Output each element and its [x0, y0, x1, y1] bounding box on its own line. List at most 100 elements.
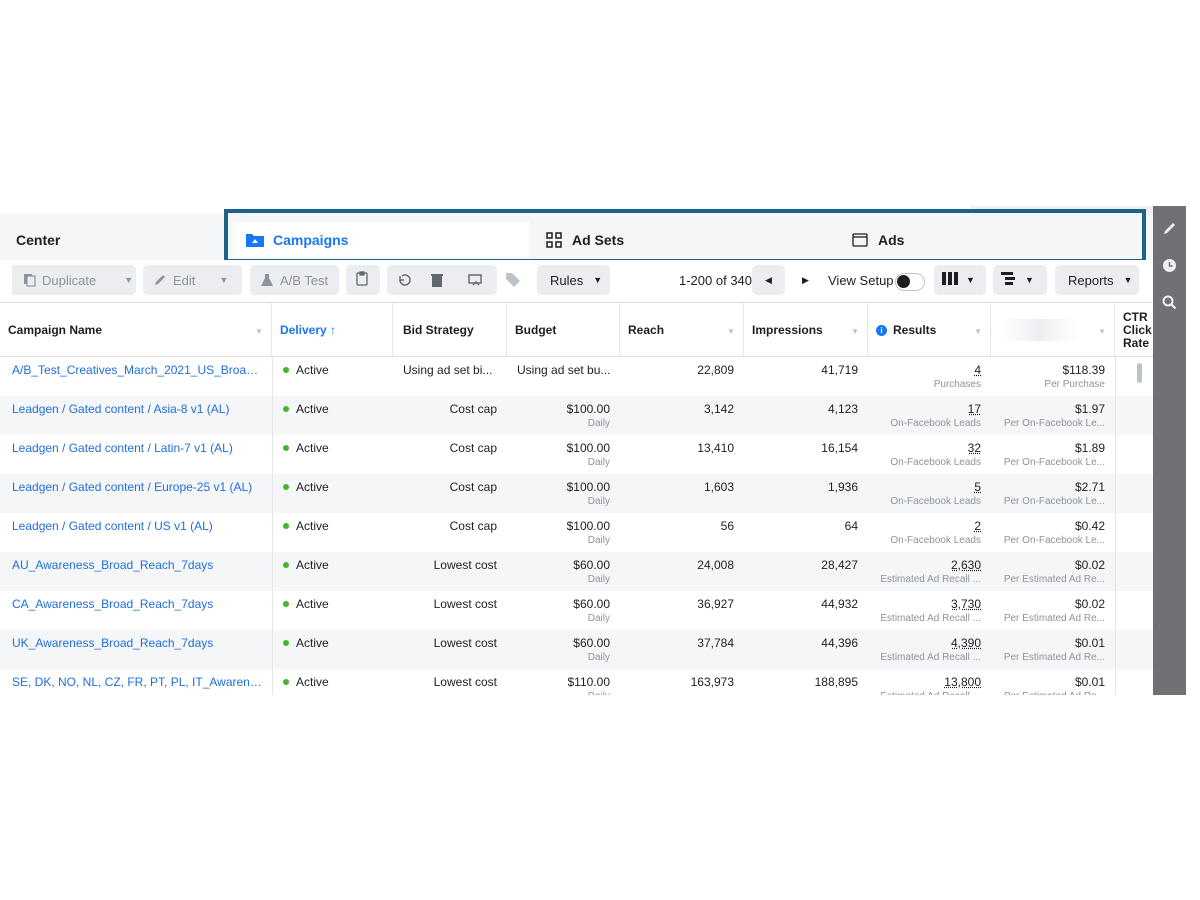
col-bid-strategy[interactable]: Bid Strategy — [393, 303, 507, 357]
edit-button[interactable]: Edit ▼ — [143, 265, 242, 295]
col-budget[interactable]: Budget — [507, 303, 620, 357]
cell-subtext: On-Facebook Leads — [890, 535, 981, 546]
cell-value: $60.00 — [573, 597, 610, 611]
cell-name[interactable]: Leadgen / Gated content / Europe-25 v1 (… — [0, 474, 272, 513]
cell-impressions: 44,932 — [744, 591, 868, 630]
status-dot — [283, 523, 289, 529]
col-reach[interactable]: Reach ▼ — [620, 303, 744, 357]
cell-name[interactable]: A/B_Test_Creatives_March_2021_US_Broad_.… — [0, 357, 272, 396]
trash-icon[interactable] — [430, 272, 444, 291]
scrollbar[interactable] — [1137, 363, 1142, 383]
cell-value: 163,973 — [690, 675, 734, 689]
duplicate-button[interactable]: Duplicate ▼ — [12, 265, 136, 295]
col-impressions[interactable]: Impressions ▼ — [744, 303, 868, 357]
cell-subtext: Per On-Facebook Le... — [1003, 496, 1105, 507]
tab-campaigns[interactable]: Campaigns — [233, 222, 529, 258]
col-cost-per-result[interactable]: ▼ — [991, 303, 1115, 357]
cell-name[interactable]: Leadgen / Gated content / US v1 (AL) — [0, 513, 272, 552]
cell-value: $118.39 — [1062, 363, 1106, 377]
rules-button[interactable]: Rules ▼ — [537, 265, 610, 295]
next-page-button[interactable]: ▶ — [789, 265, 822, 295]
cell-value: 36,927 — [697, 597, 734, 611]
clipboard-button[interactable] — [346, 265, 380, 295]
tab-ad-sets[interactable]: Ad Sets — [532, 222, 833, 258]
cell-value: Active — [296, 558, 329, 572]
cell-subtext: Per Estimated Ad Re... — [1003, 574, 1105, 585]
ab-test-button[interactable]: A/B Test — [250, 265, 339, 295]
table-row[interactable]: CA_Awareness_Broad_Reach_7days Active Lowe… — [0, 591, 1153, 630]
cell-subtext: Per On-Facebook Le... — [1003, 418, 1105, 429]
tab-ads-label: Ads — [878, 232, 905, 248]
cell-impressions: 44,396 — [744, 630, 868, 669]
cell-name[interactable]: SE, DK, NO, NL, CZ, FR, PT, PL, IT_Aware… — [0, 669, 272, 695]
cell-name[interactable]: Leadgen / Gated content / Latin-7 v1 (AL… — [0, 435, 272, 474]
clock-icon[interactable] — [1161, 257, 1178, 274]
export-icon[interactable] — [467, 272, 483, 291]
breakdown-button[interactable]: ▼ — [993, 265, 1047, 295]
col-results[interactable]: i Results ▼ — [868, 303, 991, 357]
cell-value: 4 — [974, 363, 981, 377]
caret-right-icon: ▶ — [802, 274, 809, 285]
cell-delivery: Active — [272, 357, 393, 396]
copy-icon — [22, 273, 36, 287]
table-row[interactable]: Leadgen / Gated content / US v1 (AL) Acti… — [0, 513, 1153, 552]
table-row[interactable]: A/B_Test_Creatives_March_2021_US_Broad_.… — [0, 357, 1153, 396]
cell-value: Lowest cost — [433, 675, 497, 689]
sort-icon: ▼ — [727, 327, 735, 336]
chevron-down-icon: ▼ — [219, 275, 229, 285]
cell-subtext: Daily — [587, 418, 610, 429]
cell-delivery: Active — [272, 591, 393, 630]
campaign-link[interactable]: AU_Awareness_Broad_Reach_7days — [12, 558, 213, 572]
tag-icon[interactable] — [505, 272, 521, 293]
cell-value: $0.02 — [1074, 597, 1105, 611]
cell-value: 24,008 — [697, 558, 734, 572]
col-campaign-name[interactable]: Campaign Name ▼ — [0, 303, 272, 357]
campaign-link[interactable]: UK_Awareness_Broad_Reach_7days — [12, 636, 213, 650]
breakdown-icon — [1001, 272, 1017, 288]
cell-subtext: Daily — [587, 496, 610, 507]
table-row[interactable]: UK_Awareness_Broad_Reach_7days Active Lowe… — [0, 630, 1153, 669]
cell-value: $100.00 — [566, 480, 610, 494]
campaign-link[interactable]: A/B_Test_Creatives_March_2021_US_Broad_.… — [12, 363, 264, 377]
cell-name[interactable]: CA_Awareness_Broad_Reach_7days — [0, 591, 272, 630]
view-setup-toggle[interactable] — [895, 273, 925, 291]
campaign-link[interactable]: Leadgen / Gated content / Latin-7 v1 (AL… — [12, 441, 233, 455]
zoom-icon[interactable] — [1161, 294, 1178, 311]
campaign-link[interactable]: CA_Awareness_Broad_Reach_7days — [12, 597, 213, 611]
table-row[interactable]: Leadgen / Gated content / Asia-8 v1 (AL)… — [0, 396, 1153, 435]
tab-ads[interactable]: Ads — [838, 222, 1139, 258]
campaign-link[interactable]: Leadgen / Gated content / US v1 (AL) — [12, 519, 213, 533]
cell-value: 17 — [967, 402, 981, 416]
columns-button[interactable]: ▼ — [934, 265, 986, 295]
cell-name[interactable]: Leadgen / Gated content / Asia-8 v1 (AL) — [0, 396, 272, 435]
table-row[interactable]: AU_Awareness_Broad_Reach_7days Active Lowe… — [0, 552, 1153, 591]
campaign-link[interactable]: SE, DK, NO, NL, CZ, FR, PT, PL, IT_Aware… — [12, 675, 264, 689]
prev-page-button[interactable]: ◀ — [752, 265, 785, 295]
table-row[interactable]: SE, DK, NO, NL, CZ, FR, PT, PL, IT_Aware… — [0, 669, 1153, 695]
view-setup-label: View Setup — [828, 273, 894, 288]
cell-value: 22,809 — [697, 363, 734, 377]
cell-delivery: Active — [272, 396, 393, 435]
campaign-link[interactable]: Leadgen / Gated content / Asia-8 v1 (AL) — [12, 402, 229, 416]
cell-value: Active — [296, 597, 329, 611]
cell-value: Using ad set bi... — [403, 363, 493, 377]
col-ctr[interactable]: CTR Click Rate — [1115, 303, 1153, 357]
cell-name[interactable]: UK_Awareness_Broad_Reach_7days — [0, 630, 272, 669]
cell-subtext: Per Purchase — [1044, 379, 1105, 390]
col-delivery[interactable]: Delivery ↑ — [272, 303, 393, 357]
reports-button[interactable]: Reports ▼ — [1055, 265, 1139, 295]
cell-subtext: On-Facebook Leads — [890, 496, 981, 507]
status-dot — [283, 562, 289, 568]
cell-subtext: Daily — [587, 652, 610, 663]
undo-icon[interactable] — [396, 272, 412, 291]
cell-name[interactable]: AU_Awareness_Broad_Reach_7days — [0, 552, 272, 591]
campaign-link[interactable]: Leadgen / Gated content / Europe-25 v1 (… — [12, 480, 252, 494]
pencil-icon[interactable] — [1161, 220, 1178, 237]
table-row[interactable]: Leadgen / Gated content / Latin-7 v1 (AL… — [0, 435, 1153, 474]
cell-subtext: Daily — [587, 535, 610, 546]
cell-cost: $0.02 Per Estimated Ad Re... — [991, 552, 1115, 591]
cell-budget: $110.00 Daily — [507, 669, 620, 695]
caret-down-icon: ▼ — [1123, 275, 1133, 285]
cell-subtext: Per On-Facebook Le... — [1003, 535, 1105, 546]
table-row[interactable]: Leadgen / Gated content / Europe-25 v1 (… — [0, 474, 1153, 513]
